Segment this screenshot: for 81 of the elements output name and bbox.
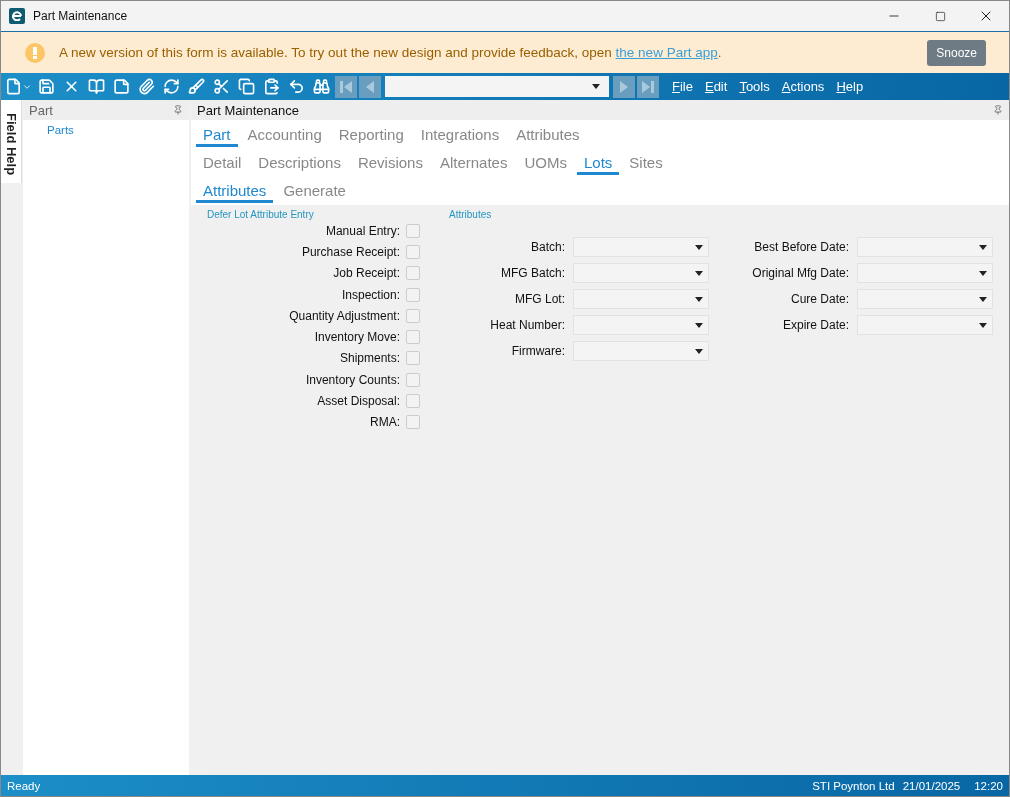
checkbox[interactable]	[406, 287, 420, 302]
group-title: Attributes	[449, 209, 493, 220]
tab[interactable]: Alternates	[432, 152, 515, 175]
status-text: Ready	[7, 779, 42, 792]
tab[interactable]: Attributes	[509, 124, 587, 147]
pin-icon[interactable]	[173, 105, 183, 115]
field-label: Original Mfg Date:	[752, 266, 849, 280]
tab[interactable]: Part	[196, 124, 238, 147]
checkbox[interactable]	[406, 415, 420, 430]
previous-record-icon[interactable]	[359, 75, 381, 98]
first-record-icon[interactable]	[335, 75, 357, 98]
panel-title: Part	[29, 102, 53, 118]
next-record-icon[interactable]	[613, 75, 635, 98]
banner-message: A new version of this form is available. To try out the new design and provide feedback, open the new Part app.	[59, 45, 723, 60]
menu-item[interactable]: Actions	[776, 79, 830, 94]
app-logo-icon	[9, 8, 25, 24]
tab[interactable]: Integrations	[413, 124, 507, 147]
dropdown-field[interactable]	[573, 341, 709, 361]
menu-item[interactable]: File	[667, 79, 698, 94]
tab[interactable]: UOMs	[517, 152, 574, 175]
tab[interactable]: Detail	[196, 152, 249, 175]
maximize-icon[interactable]	[934, 10, 946, 22]
checkbox[interactable]	[406, 372, 420, 387]
field-label: Inventory Move:	[314, 330, 400, 345]
field-label: MFG Batch:	[501, 266, 565, 280]
status-time: 12:20	[974, 779, 1003, 792]
field-label: Best Before Date:	[754, 240, 849, 254]
status-date: 21/01/2025	[902, 779, 961, 792]
dropdown-field[interactable]	[573, 289, 709, 309]
field-label: Shipments:	[339, 351, 400, 366]
checkbox[interactable]	[406, 351, 420, 366]
field-label: Asset Disposal:	[317, 394, 400, 408]
field-label: Cure Date:	[790, 292, 849, 306]
menu-item[interactable]: Edit	[699, 79, 733, 94]
last-record-icon[interactable]	[637, 75, 659, 98]
record-combo-field[interactable]	[385, 76, 609, 97]
menu-item[interactable]: Help	[831, 79, 869, 94]
dropdown-field[interactable]	[857, 263, 993, 283]
field-label: Manual Entry:	[325, 223, 400, 238]
dropdown-field[interactable]	[573, 315, 709, 335]
field-label: MFG Lot:	[515, 292, 565, 306]
dropdown-field[interactable]	[857, 289, 993, 309]
menu-item[interactable]: Tools	[734, 79, 775, 94]
field-label: Batch:	[530, 240, 565, 254]
checkbox[interactable]	[406, 266, 420, 281]
field-label: Purchase Receipt:	[301, 244, 400, 259]
field-label: Heat Number:	[490, 318, 565, 332]
field-label: Expire Date:	[782, 318, 849, 332]
tab[interactable]: Reporting	[331, 124, 411, 147]
tab[interactable]: Descriptions	[251, 152, 348, 175]
tab[interactable]: Accounting	[240, 124, 329, 147]
warning-icon	[25, 42, 45, 63]
snooze-button[interactable]: Snooze	[927, 39, 986, 66]
pin-icon[interactable]	[993, 105, 1003, 115]
field-help-tab[interactable]: Field Help	[1, 100, 22, 183]
dropdown-field[interactable]	[857, 237, 993, 257]
company-name: STI Poynton Ltd	[812, 779, 895, 792]
field-label: RMA:	[370, 415, 400, 430]
field-label: Quantity Adjustment:	[289, 308, 400, 323]
tab[interactable]: Attributes	[196, 180, 274, 203]
dropdown-field[interactable]	[857, 315, 993, 335]
tab[interactable]: Generate	[276, 180, 353, 203]
window-title: Part Maintenance	[33, 9, 129, 23]
checkbox[interactable]	[406, 308, 420, 323]
dropdown-field[interactable]	[573, 263, 709, 283]
tree-item[interactable]: Parts	[47, 124, 74, 136]
checkbox[interactable]	[406, 330, 420, 345]
new-app-link[interactable]: the new Part app	[615, 45, 718, 60]
panel-title: Part Maintenance	[197, 102, 299, 118]
field-label: Inventory Counts:	[305, 372, 400, 387]
tab[interactable]: Revisions	[350, 152, 430, 175]
field-label: Job Receipt:	[333, 266, 400, 281]
group-title: Defer Lot Attribute Entry	[207, 209, 315, 220]
tab[interactable]: Sites	[622, 152, 670, 175]
field-label: Firmware:	[511, 344, 565, 358]
dropdown-field[interactable]	[573, 237, 709, 257]
checkbox[interactable]	[406, 223, 420, 238]
checkbox[interactable]	[406, 394, 420, 408]
tab[interactable]: Lots	[576, 152, 620, 175]
checkbox[interactable]	[406, 244, 420, 259]
field-label: Inspection:	[341, 287, 400, 302]
